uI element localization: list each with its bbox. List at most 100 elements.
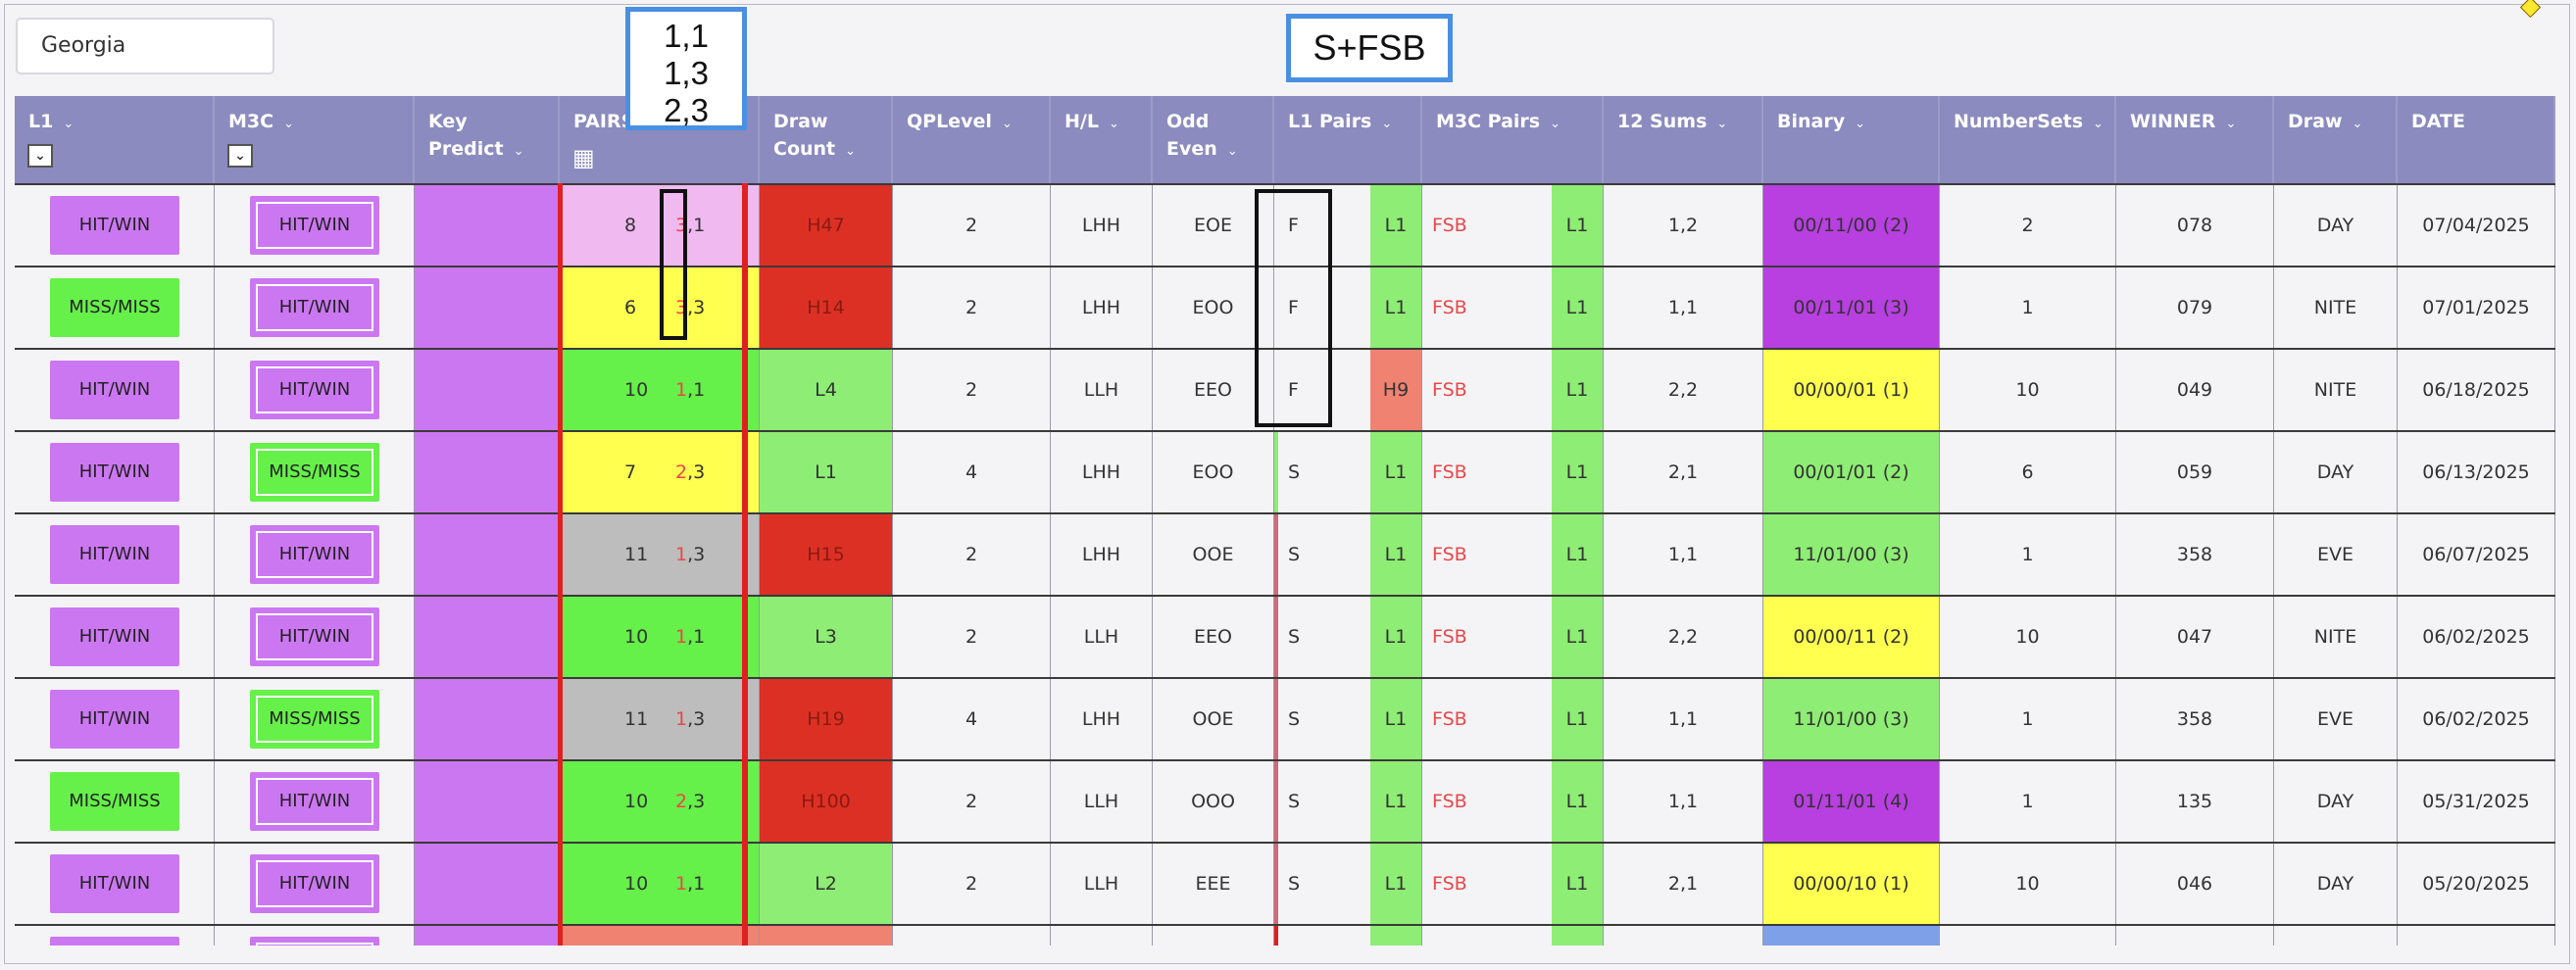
pair-second: 1 bbox=[693, 215, 706, 236]
m3c-status-button[interactable]: HIT/WIN bbox=[250, 607, 379, 666]
chevron-down-icon[interactable]: ⌄ bbox=[514, 144, 524, 159]
m3c-pairs-tag: L1 bbox=[1552, 514, 1603, 595]
m3c-status-button[interactable]: HIT/WIN bbox=[250, 196, 379, 255]
l1-status-button[interactable]: HIT/WIN bbox=[50, 607, 179, 666]
m3c-status-button[interactable]: HIT/WIN bbox=[250, 772, 379, 831]
chevron-down-icon[interactable]: ⌄ bbox=[1381, 117, 1392, 131]
l1-status-button[interactable]: HIT/WIN bbox=[50, 690, 179, 749]
chevron-down-icon[interactable]: ⌄ bbox=[1002, 117, 1013, 131]
l1-status-button[interactable]: HIT/WIN bbox=[50, 525, 179, 584]
l1-status-button-cell bbox=[15, 926, 215, 946]
filter-checkbox-icon[interactable]: ⌄ bbox=[227, 144, 253, 168]
chevron-down-icon[interactable]: ⌄ bbox=[2225, 117, 2236, 131]
m3c-status-button[interactable] bbox=[250, 937, 379, 946]
header-m3c_pairs[interactable]: M3C Pairs ⌄ bbox=[1422, 96, 1604, 183]
l1-status-button[interactable]: HIT/WIN bbox=[50, 196, 179, 255]
chevron-down-icon[interactable]: ⌄ bbox=[845, 144, 856, 159]
header-date[interactable]: DATE bbox=[2398, 96, 2555, 183]
header-label-line2: Count bbox=[773, 138, 836, 160]
sums-cell: 1,1 bbox=[1604, 679, 1763, 759]
header-winner[interactable]: WINNER ⌄ bbox=[2116, 96, 2274, 183]
header-binary[interactable]: Binary ⌄ bbox=[1763, 96, 1940, 183]
winner-cell: 059 bbox=[2116, 432, 2274, 512]
chevron-down-icon[interactable]: ⌄ bbox=[1550, 117, 1560, 131]
l1-pairs-marker bbox=[1274, 844, 1278, 924]
l1-pairs-cell: S L1 bbox=[1274, 679, 1422, 759]
pairs-count: 10 bbox=[624, 626, 649, 648]
winner-cell: 049 bbox=[2116, 350, 2274, 430]
pairs-callout-line: 1,3 bbox=[664, 55, 709, 91]
m3c-status-button-label: HIT/WIN bbox=[256, 531, 373, 578]
draw-count-cell: H15 bbox=[760, 514, 893, 595]
chevron-down-icon[interactable]: ⌄ bbox=[2093, 117, 2104, 131]
m3c-pairs-cell: FSB L1 bbox=[1422, 679, 1604, 759]
l1-status-button[interactable]: HIT/WIN bbox=[50, 854, 179, 913]
header-odd_even[interactable]: Odd Even ⌄ bbox=[1153, 96, 1274, 183]
l1-status-button[interactable] bbox=[50, 937, 179, 946]
header-sums[interactable]: 12 Sums ⌄ bbox=[1604, 96, 1763, 183]
draw-cell bbox=[2274, 926, 2398, 946]
chevron-down-icon[interactable]: ⌄ bbox=[63, 117, 74, 131]
qplevel-cell bbox=[893, 926, 1051, 946]
date-cell: 06/07/2025 bbox=[2398, 514, 2555, 595]
m3c-status-button[interactable]: MISS/MISS bbox=[250, 690, 379, 749]
sums-cell: 2,2 bbox=[1604, 350, 1763, 430]
m3c-status-button[interactable]: HIT/WIN bbox=[250, 361, 379, 419]
m3c-pairs-cell: FSB L1 bbox=[1422, 514, 1604, 595]
key-predict-cell bbox=[415, 267, 560, 348]
m3c-status-button-label: HIT/WIN bbox=[256, 202, 373, 249]
header-numbersets[interactable]: NumberSets ⌄ bbox=[1940, 96, 2116, 183]
header-m3c[interactable]: M3C ⌄ ⌄ bbox=[215, 96, 415, 183]
header-label: L1 Pairs bbox=[1288, 111, 1372, 132]
sums-cell: 2,1 bbox=[1604, 844, 1763, 924]
m3c-status-button[interactable]: HIT/WIN bbox=[250, 278, 379, 337]
m3c-status-button[interactable]: MISS/MISS bbox=[250, 443, 379, 502]
header-hl[interactable]: H/L ⌄ bbox=[1051, 96, 1153, 183]
chevron-down-icon[interactable]: ⌄ bbox=[1227, 144, 1238, 159]
pairs-cell: 11 1,3 bbox=[560, 679, 760, 759]
m3c-status-button[interactable]: HIT/WIN bbox=[250, 525, 379, 584]
chevron-down-icon[interactable]: ⌄ bbox=[1716, 117, 1727, 131]
binary-cell: 01/11/01 (4) bbox=[1763, 761, 1940, 842]
l1-status-button[interactable]: MISS/MISS bbox=[50, 278, 179, 337]
chevron-down-icon[interactable]: ⌄ bbox=[1855, 117, 1865, 131]
key-predict-cell bbox=[415, 350, 560, 430]
date-cell bbox=[2398, 926, 2555, 946]
chevron-down-icon[interactable]: ⌄ bbox=[2353, 117, 2363, 131]
pairs-value: 2,3 bbox=[675, 432, 705, 512]
l1-status-button[interactable]: MISS/MISS bbox=[50, 772, 179, 831]
qplevel-cell: 4 bbox=[893, 679, 1051, 759]
hl-cell: LLH bbox=[1051, 844, 1153, 924]
m3c-pairs-cell: FSB L1 bbox=[1422, 267, 1604, 348]
l1-status-button[interactable]: HIT/WIN bbox=[50, 443, 179, 502]
numbersets-cell: 10 bbox=[1940, 597, 2116, 677]
numbersets-cell: 10 bbox=[1940, 350, 2116, 430]
pair-second: 3 bbox=[693, 544, 706, 565]
filter-checkbox-icon[interactable]: ⌄ bbox=[27, 144, 53, 168]
draw-count-cell: L3 bbox=[760, 597, 893, 677]
l1-pairs-cell: S L1 bbox=[1274, 844, 1422, 924]
calendar-icon[interactable]: ▦ bbox=[572, 144, 595, 171]
l1-status-button[interactable]: HIT/WIN bbox=[50, 361, 179, 419]
header-label: Key bbox=[428, 111, 468, 132]
header-draw[interactable]: Draw ⌄ bbox=[2274, 96, 2398, 183]
header-label: L1 bbox=[28, 111, 54, 132]
header-label: 12 Sums bbox=[1617, 111, 1708, 132]
chevron-down-icon[interactable]: ⌄ bbox=[283, 117, 294, 131]
header-l1[interactable]: L1 ⌄ ⌄ bbox=[15, 96, 215, 183]
l1-status-button-cell: HIT/WIN bbox=[15, 679, 215, 759]
m3c-status-button[interactable]: HIT/WIN bbox=[250, 854, 379, 913]
header-key_predict[interactable]: Key Predict ⌄ bbox=[415, 96, 560, 183]
pairs-count: 8 bbox=[624, 215, 637, 236]
l1-pairs-tag: L1 bbox=[1370, 597, 1421, 677]
pairs-cell: 10 1,1 bbox=[560, 597, 760, 677]
chevron-down-icon[interactable]: ⌄ bbox=[1109, 117, 1119, 131]
header-draw_count[interactable]: Draw Count ⌄ bbox=[760, 96, 893, 183]
header-l1_pairs[interactable]: L1 Pairs ⌄ bbox=[1274, 96, 1422, 183]
state-search-input[interactable]: Georgia bbox=[16, 18, 274, 74]
sums-cell: 2,1 bbox=[1604, 432, 1763, 512]
draw-count-cell bbox=[760, 926, 893, 946]
header-qplevel[interactable]: QPLevel ⌄ bbox=[893, 96, 1051, 183]
m3c-pairs-value: FSB bbox=[1432, 461, 1467, 483]
l1-pairs-cell: S L1 bbox=[1274, 432, 1422, 512]
